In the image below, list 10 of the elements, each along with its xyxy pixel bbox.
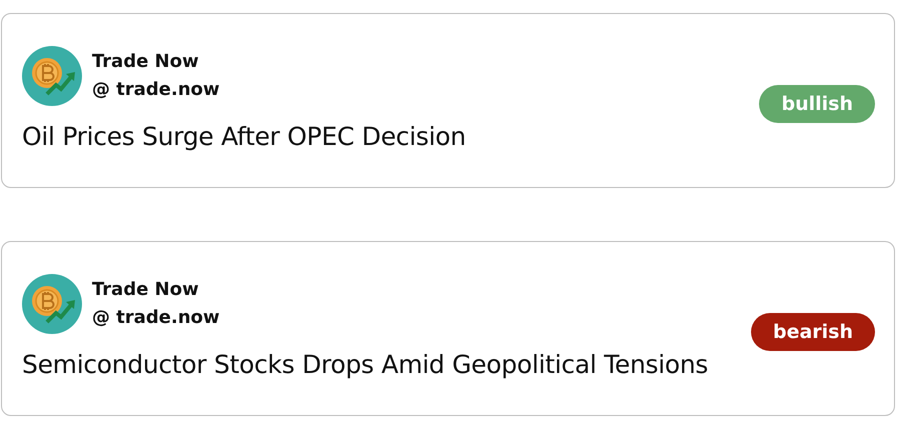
sentiment-badge: bearish <box>750 312 875 350</box>
post-headline: Semiconductor Stocks Drops Amid Geopolitical Tensions <box>22 350 708 379</box>
sentiment-badge: bullish <box>759 84 875 122</box>
post-headline: Oil Prices Surge After OPEC Decision <box>22 122 466 151</box>
bitcoin-chart-avatar-icon <box>22 46 82 106</box>
author-handle: @ trade.now <box>92 79 220 101</box>
author-name: Trade Now <box>92 51 200 73</box>
bitcoin-chart-avatar-icon <box>22 274 82 334</box>
author-name: Trade Now <box>92 279 200 301</box>
author-handle: @ trade.now <box>92 307 220 329</box>
